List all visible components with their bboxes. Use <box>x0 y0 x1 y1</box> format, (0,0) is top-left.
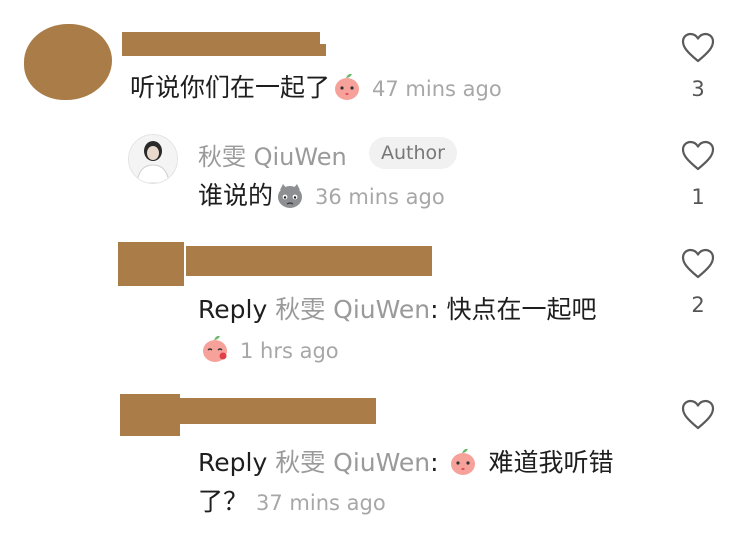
like-heart-icon-4[interactable] <box>681 399 715 431</box>
comment-2-text: 谁说的 <box>198 181 274 210</box>
like-count-1: 3 <box>691 77 705 101</box>
reply-prefix-4: Reply <box>198 448 268 477</box>
like-count-2: 1 <box>691 185 705 209</box>
author-badge: Author <box>369 137 457 169</box>
comment-4-line2: 了？ 37 mins ago <box>198 486 386 519</box>
redacted-avatar-3 <box>118 242 184 286</box>
redacted-username-tail <box>122 44 326 56</box>
comment-2-time: 36 mins ago <box>315 185 445 209</box>
reply-prefix-3: Reply <box>198 295 268 324</box>
like-heart-icon-2[interactable] <box>681 140 715 172</box>
reply-to-3[interactable]: 秋雯 QiuWen <box>275 295 430 324</box>
redacted-username-4 <box>180 398 376 424</box>
comment-4-text-line2: 了？ <box>198 487 249 516</box>
like-count-3: 2 <box>691 293 705 317</box>
peach-blush-emoji-icon <box>203 335 227 362</box>
peach-kiss-emoji-icon <box>335 73 360 100</box>
reply-to-4[interactable]: 秋雯 QiuWen <box>275 448 430 477</box>
like-heart-icon-3[interactable] <box>681 248 715 280</box>
person-avatar-icon <box>129 135 177 183</box>
comment-2-body: 谁说的 36 mins ago <box>198 180 445 213</box>
comment-1-time: 47 mins ago <box>372 77 502 101</box>
comment-1-body: 听说你们在一起了 47 mins ago <box>130 72 502 105</box>
comment-4-time: 37 mins ago <box>256 491 386 515</box>
author-name[interactable]: 秋雯 QiuWen <box>198 137 347 172</box>
comment-4-text-line1: 难道我听错 <box>488 448 614 477</box>
comment-4-body: Reply 秋雯 QiuWen: 难道我听错 <box>198 443 613 479</box>
redacted-avatar <box>24 24 112 100</box>
comment-3-meta: 1 hrs ago <box>198 334 339 367</box>
author-avatar[interactable] <box>128 134 178 184</box>
comment-1-text: 听说你们在一起了 <box>130 73 331 102</box>
reply-colon-3: : <box>430 295 447 324</box>
redacted-avatar-4 <box>120 394 180 436</box>
comment-3-body: Reply 秋雯 QiuWen: 快点在一起吧 <box>198 290 597 326</box>
peach-kiss-emoji-icon-2 <box>451 448 476 475</box>
reply-colon-4: : <box>430 448 447 477</box>
redacted-username-3 <box>186 246 432 276</box>
grey-cat-sad-emoji-icon <box>278 184 303 208</box>
like-heart-icon-1[interactable] <box>681 32 715 64</box>
comment-3-text: 快点在一起吧 <box>446 295 597 324</box>
comment-3-time: 1 hrs ago <box>240 339 339 363</box>
